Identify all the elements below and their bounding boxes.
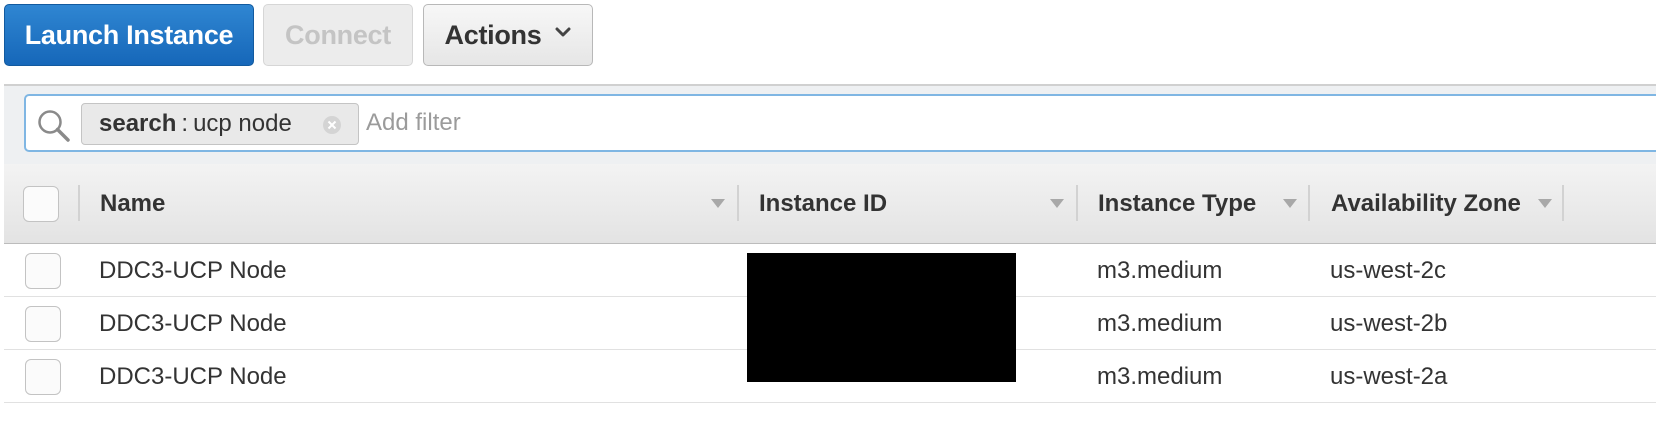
row-checkbox[interactable]: [25, 359, 61, 395]
add-filter-placeholder[interactable]: Add filter: [366, 109, 461, 137]
column-header-instance-type[interactable]: Instance Type: [1098, 164, 1256, 244]
cell-instance-type: m3.medium: [1097, 256, 1223, 284]
column-header-label: Instance ID: [759, 190, 888, 217]
search-filter-input[interactable]: search : ucp node Add filter: [24, 94, 1656, 152]
column-separator: [1308, 185, 1310, 221]
column-separator: [737, 185, 739, 221]
cell-instance-type: m3.medium: [1097, 362, 1223, 390]
launch-instance-label: Launch Instance: [24, 19, 234, 50]
filter-token-key: search: [99, 110, 177, 137]
column-separator: [78, 185, 80, 221]
select-all-checkbox[interactable]: [23, 186, 59, 222]
row-checkbox[interactable]: [25, 306, 61, 342]
actions-dropdown-button[interactable]: Actions: [423, 4, 593, 66]
cell-name: DDC3-UCP Node: [99, 256, 287, 284]
ec2-instances-page: Launch Instance Connect Actions search :…: [0, 0, 1656, 424]
connect-button[interactable]: Connect: [263, 4, 413, 66]
filter-bar: search : ucp node Add filter: [4, 86, 1656, 164]
cell-name: DDC3-UCP Node: [99, 362, 287, 390]
launch-instance-button[interactable]: Launch Instance: [4, 4, 254, 66]
sort-caret-icon[interactable]: [1538, 199, 1552, 208]
close-circle-icon[interactable]: [322, 115, 342, 135]
toolbar: Launch Instance Connect Actions: [0, 0, 1656, 84]
filter-token-value: ucp node: [193, 110, 292, 137]
column-header-label: Name: [100, 190, 166, 217]
sort-caret-icon[interactable]: [1283, 199, 1297, 208]
filter-token-separator: :: [181, 110, 189, 137]
redacted-instance-ids: [747, 253, 1016, 382]
cell-name: DDC3-UCP Node: [99, 309, 287, 337]
cell-availability-zone: us-west-2b: [1330, 309, 1448, 337]
column-header-availability-zone[interactable]: Availability Zone: [1331, 164, 1521, 244]
row-checkbox[interactable]: [25, 253, 61, 289]
actions-label: Actions: [444, 19, 542, 50]
sort-caret-icon[interactable]: [711, 199, 725, 208]
sort-caret-icon[interactable]: [1050, 199, 1064, 208]
column-header-label: Availability Zone: [1331, 190, 1521, 217]
connect-label: Connect: [285, 19, 391, 50]
cell-availability-zone: us-west-2a: [1330, 362, 1448, 390]
table-header: Name Instance ID Instance Type Availabil…: [4, 164, 1656, 244]
search-icon: [38, 110, 70, 142]
chevron-down-icon: [555, 27, 571, 37]
cell-instance-type: m3.medium: [1097, 309, 1223, 337]
column-header-name[interactable]: Name: [100, 164, 165, 244]
column-header-instance-id[interactable]: Instance ID: [759, 164, 887, 244]
filter-token: search : ucp node: [81, 103, 359, 145]
column-separator: [1076, 185, 1078, 221]
column-header-label: Instance Type: [1098, 190, 1257, 217]
column-separator: [1562, 185, 1564, 221]
cell-availability-zone: us-west-2c: [1330, 256, 1447, 284]
